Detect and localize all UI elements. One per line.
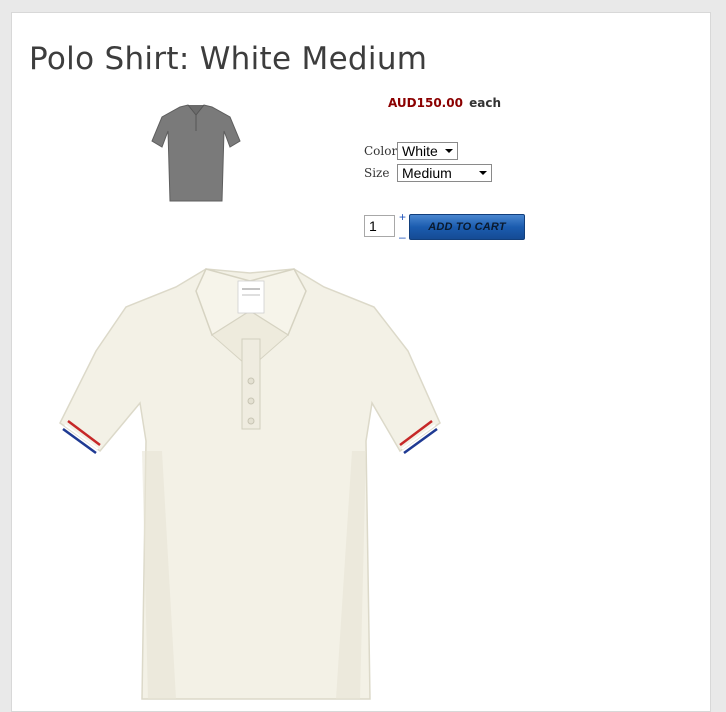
chevron-down-icon — [445, 149, 453, 153]
product-title: Polo Shirt: White Medium — [29, 41, 428, 77]
color-label: Color — [364, 144, 398, 158]
size-select[interactable]: Medium — [397, 164, 492, 182]
chevron-down-icon — [479, 171, 487, 175]
color-option-row: Color White — [364, 141, 458, 161]
product-page: Polo Shirt: White Medium AUD150.00 each … — [11, 12, 711, 712]
color-select-value: White — [402, 143, 438, 159]
product-price: AUD150.00 — [388, 96, 463, 110]
size-option-row: Size Medium — [364, 163, 492, 183]
add-to-cart-button[interactable]: ADD TO CART — [409, 214, 525, 240]
product-thumbnail[interactable] — [150, 101, 242, 205]
size-select-value: Medium — [402, 165, 452, 181]
quantity-decrement-button[interactable]: – — [399, 231, 406, 243]
quantity-input[interactable]: 1 — [364, 215, 395, 237]
price-suffix: each — [469, 96, 502, 110]
size-label: Size — [364, 166, 390, 180]
product-main-image — [59, 268, 441, 700]
quantity-increment-button[interactable]: + — [399, 211, 406, 223]
color-select[interactable]: White — [397, 142, 458, 160]
price-line: AUD150.00 each — [388, 96, 501, 110]
